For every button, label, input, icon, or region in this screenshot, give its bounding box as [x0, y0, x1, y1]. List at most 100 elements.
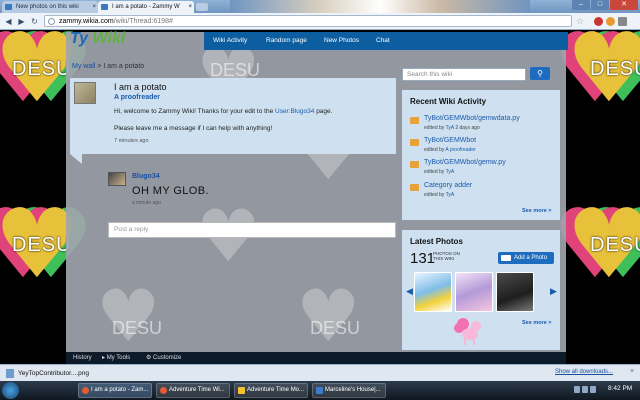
- browser-tab-bar: New photos on this wiki × I am a potato …: [0, 0, 640, 13]
- body-text: Hi, welcome to Zammy Wiki! Thanks for yo…: [114, 108, 275, 115]
- activity-user-link[interactable]: TyA: [446, 192, 455, 198]
- taskbar-item[interactable]: I am a potato - Zam...: [78, 383, 152, 398]
- close-tab-icon[interactable]: ×: [188, 1, 192, 13]
- reload-button[interactable]: ↻: [29, 16, 40, 27]
- start-button[interactable]: [2, 382, 19, 399]
- customize-label: Customize: [153, 355, 182, 361]
- meta-text: edited by: [424, 125, 446, 131]
- back-button[interactable]: ◀: [3, 16, 14, 27]
- close-window-button[interactable]: ✕: [610, 0, 638, 10]
- nav-wiki-activity[interactable]: Wiki Activity: [213, 32, 247, 50]
- activity-page-link[interactable]: TyBot/GEMWbot: [424, 137, 476, 144]
- volume-icon[interactable]: [582, 386, 588, 393]
- camera-icon: [501, 255, 511, 261]
- nav-chat[interactable]: Chat: [376, 32, 390, 50]
- maximize-button[interactable]: □: [591, 0, 609, 10]
- reply-message: Blugo34 OH MY GLOB. a minute ago: [106, 170, 396, 206]
- thread-timestamp[interactable]: 7 minutes ago: [114, 138, 149, 144]
- body-text: page.: [314, 108, 333, 115]
- meta-text: edited by: [424, 192, 446, 198]
- photo-thumbnail[interactable]: [414, 272, 452, 312]
- bookmark-star-icon[interactable]: ☆: [576, 16, 584, 27]
- taskbar-label: Adventure Time Mo...: [247, 387, 305, 393]
- taskbar-item[interactable]: Adventure Time Mo...: [234, 383, 308, 398]
- close-tab-icon[interactable]: ×: [92, 1, 96, 13]
- module-heading: Recent Wiki Activity: [410, 97, 487, 106]
- search-input[interactable]: Search this wiki: [402, 68, 526, 81]
- wikia-bottom-toolbar: History ▸ My Tools ⚙ Customize: [66, 352, 566, 364]
- breadcrumb: My wall > I am a potato: [72, 63, 144, 70]
- reply-author-link[interactable]: Blugo34: [132, 173, 160, 180]
- activity-page-link[interactable]: TyBot/GEMWbot/gemwdata.py: [424, 115, 520, 122]
- taskbar-clock[interactable]: 8:42 PM: [608, 385, 632, 392]
- carousel-next-icon[interactable]: ▶: [550, 286, 557, 297]
- show-all-downloads-link[interactable]: Show all downloads...: [555, 369, 613, 375]
- tab-new-photos[interactable]: New photos on this wiki ×: [2, 1, 98, 13]
- extension-icon[interactable]: [594, 17, 603, 26]
- folder-icon: [238, 387, 245, 394]
- new-tab-button[interactable]: [196, 3, 208, 11]
- browser-toolbar: ◀ ▶ ↻ zammy.wikia.com/wiki/Thread:6198# …: [0, 13, 640, 30]
- thread-author-link[interactable]: A proofreader: [114, 94, 160, 101]
- activity-meta: edited by TyA: [424, 169, 454, 175]
- wikia-favicon-icon: [101, 4, 108, 10]
- post-reply-input[interactable]: Post a reply: [108, 222, 396, 238]
- activity-meta: edited by A proofreader: [424, 147, 476, 153]
- avatar[interactable]: [108, 172, 126, 186]
- recent-activity-module: Recent Wiki Activity TyBot/GEMWbot/gemwd…: [402, 90, 560, 220]
- nav-random-page[interactable]: Random page: [266, 32, 307, 50]
- add-photo-button[interactable]: Add a Photo: [498, 252, 554, 264]
- minimize-button[interactable]: –: [572, 0, 590, 10]
- tab-label: New photos on this wiki: [16, 4, 79, 10]
- wiki-nav-bar: Wiki Activity Random page New Photos Cha…: [204, 32, 568, 50]
- download-shelf: YeyTopContributor....png Show all downlo…: [0, 364, 640, 381]
- wrench-menu-icon[interactable]: [618, 17, 627, 26]
- close-shelf-icon[interactable]: ×: [630, 368, 634, 375]
- breadcrumb-current: I am a potato: [103, 63, 145, 70]
- forward-button[interactable]: ▶: [16, 16, 27, 27]
- network-icon[interactable]: [574, 386, 580, 393]
- breadcrumb-my-wall[interactable]: My wall: [72, 63, 95, 70]
- activity-page-link[interactable]: Category adder: [424, 182, 472, 189]
- desu-text: DESU: [112, 318, 163, 338]
- user-page-link[interactable]: User:Blugo34: [275, 108, 314, 115]
- desu-text: DESU: [590, 58, 640, 80]
- taskbar-item[interactable]: Marceline's House|...: [312, 383, 386, 398]
- search-button[interactable]: ⚲: [530, 67, 550, 80]
- activity-meta: edited by TyA 2 days ago: [424, 125, 480, 131]
- photos-see-more-link[interactable]: See more >: [522, 320, 552, 326]
- thread-title: I am a potato: [114, 82, 167, 92]
- carousel-prev-icon[interactable]: ◀: [406, 286, 413, 297]
- thread-body-line1: Hi, welcome to Zammy Wiki! Thanks for yo…: [114, 108, 332, 115]
- activity-user-link[interactable]: A proofreader: [445, 147, 475, 153]
- taskbar-label: Marceline's House|...: [325, 387, 381, 393]
- battery-icon[interactable]: [590, 386, 596, 393]
- taskbar-item[interactable]: Adventure Time Wi...: [156, 383, 230, 398]
- speech-bubble-tail: [70, 154, 82, 164]
- download-item[interactable]: YeyTopContributor....png: [4, 367, 134, 380]
- activity-see-more-link[interactable]: See more >: [522, 208, 552, 214]
- nav-new-photos[interactable]: New Photos: [324, 32, 359, 50]
- photo-thumbnail[interactable]: [455, 272, 493, 312]
- thread-body-line2: Please leave me a message if I can help …: [114, 125, 273, 132]
- reply-text: OH MY GLOB.: [132, 185, 209, 197]
- edit-icon: [410, 184, 419, 191]
- taskbar-label: I am a potato - Zam...: [91, 387, 149, 393]
- activity-page-link[interactable]: TyBot/GEMWbot/gemw.py: [424, 159, 506, 166]
- address-bar[interactable]: zammy.wikia.com/wiki/Thread:6198#: [44, 15, 572, 27]
- customize-link[interactable]: ⚙ Customize: [146, 352, 181, 364]
- desu-text: DESU: [590, 234, 640, 256]
- meta-text: edited by: [424, 169, 446, 175]
- my-tools-menu[interactable]: ▸ My Tools: [102, 352, 130, 364]
- activity-user-link[interactable]: TyA: [446, 125, 454, 131]
- history-link[interactable]: History: [73, 352, 92, 364]
- breadcrumb-separator: >: [97, 63, 102, 70]
- tab-i-am-a-potato[interactable]: I am a potato - Zammy W ×: [98, 1, 194, 13]
- url-path: /wiki/Thread:6198#: [113, 18, 173, 25]
- photo-thumbnail[interactable]: [496, 272, 534, 312]
- extension-icon[interactable]: [606, 17, 615, 26]
- avatar[interactable]: [74, 82, 96, 104]
- wiki-logo[interactable]: Ty Wiki: [70, 30, 125, 48]
- reply-timestamp[interactable]: a minute ago: [132, 200, 161, 206]
- activity-user-link[interactable]: TyA: [446, 169, 455, 175]
